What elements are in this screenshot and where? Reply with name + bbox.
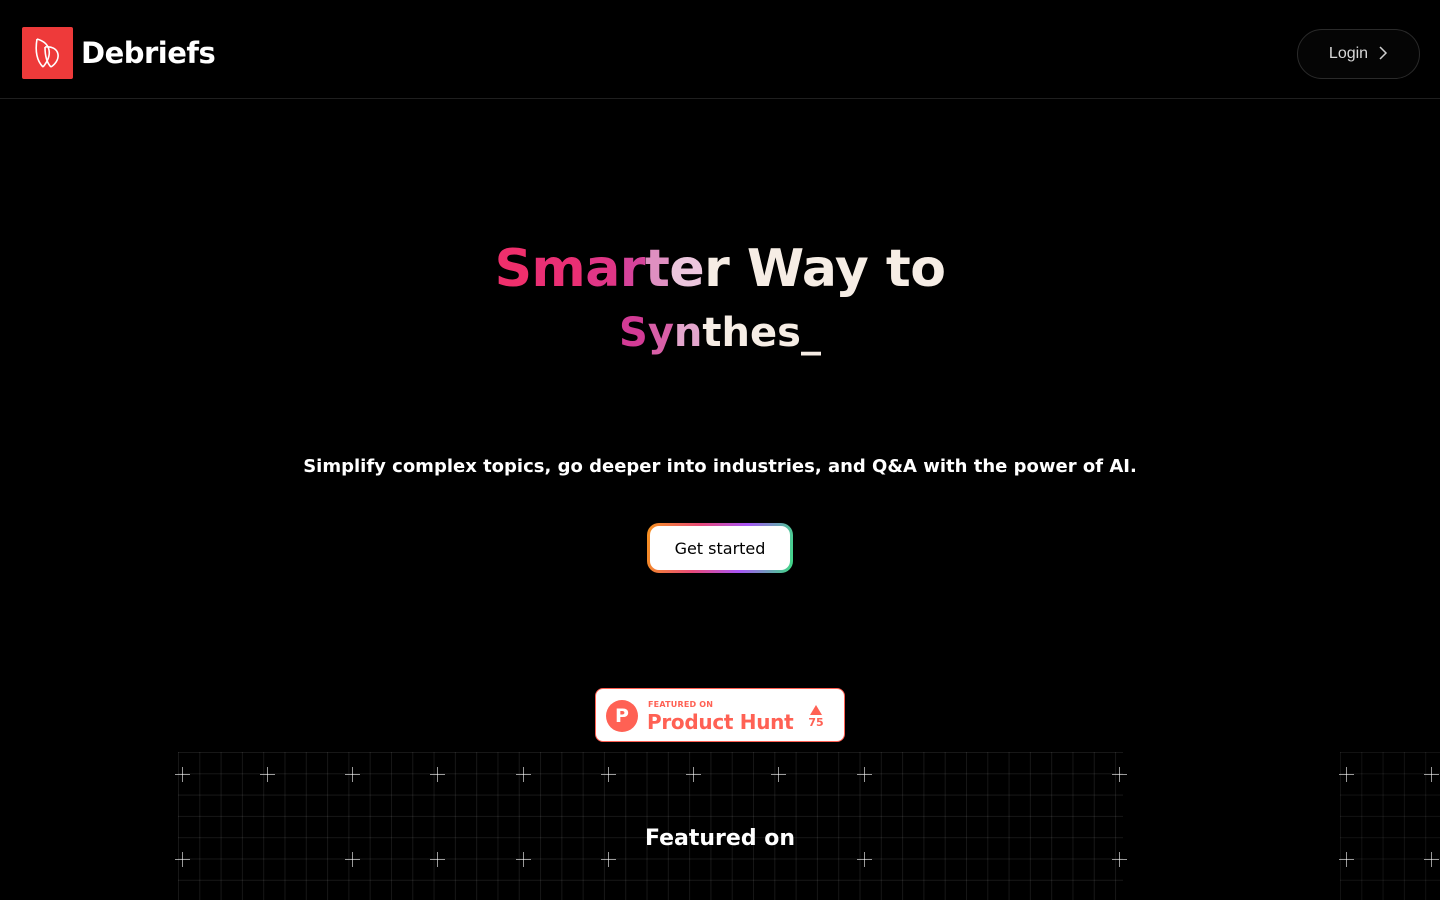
grid-plus-marker	[345, 767, 360, 782]
login-button[interactable]: Login	[1297, 29, 1420, 79]
hero-title-part: r Way to	[704, 239, 946, 299]
hero-subtitle-part: y	[647, 310, 674, 356]
grid-plus-marker	[430, 767, 445, 782]
login-label: Login	[1328, 45, 1369, 62]
hero-title-part: r	[619, 239, 646, 299]
grid-plus-marker	[516, 852, 531, 867]
grid-plus-marker	[1112, 767, 1127, 782]
grid-plus-marker	[601, 767, 616, 782]
hero-typing-subtitle: Synthes_	[0, 308, 1440, 358]
product-hunt-name: Product Hunt	[647, 710, 794, 734]
grid-plus-marker	[1424, 767, 1439, 782]
hero-tagline: Simplify complex topics, go deeper into …	[303, 456, 1137, 477]
hero-title-part: a	[585, 239, 620, 299]
grid-plus-marker	[175, 852, 190, 867]
hero-subtitle-part: S	[619, 310, 648, 356]
hero-title-part: t	[644, 239, 670, 299]
get-started-label: Get started	[650, 526, 790, 570]
grid-plus-marker	[771, 767, 786, 782]
grid-plus-marker	[857, 767, 872, 782]
brand-logo-link[interactable]: Debriefs	[22, 27, 216, 79]
grid-plus-marker	[1339, 852, 1354, 867]
grid-plus-marker	[857, 852, 872, 867]
grid-plus-marker	[430, 852, 445, 867]
hero-subtitle-part: thes_	[702, 310, 821, 356]
grid-plus-marker	[601, 852, 616, 867]
get-started-button[interactable]: Get started	[647, 523, 793, 573]
product-hunt-upvote-count: 75	[808, 716, 824, 729]
product-hunt-featured-label: FEATURED ON	[648, 700, 714, 709]
chevron-right-icon	[1378, 45, 1388, 64]
grid-plus-marker	[1112, 852, 1127, 867]
leaf-logo-icon	[22, 27, 73, 79]
upvote-triangle-icon	[810, 700, 822, 715]
grid-plus-marker	[516, 767, 531, 782]
hero-title-part: e	[669, 239, 705, 299]
grid-plus-marker	[175, 767, 190, 782]
grid-plus-marker	[260, 767, 275, 782]
hero-subtitle-part: n	[673, 310, 703, 356]
grid-plus-marker	[686, 767, 701, 782]
hero-title: Smarter Way to	[0, 238, 1440, 300]
hero-title-part: m	[531, 239, 586, 299]
top-nav: Debriefs Login	[0, 0, 1440, 99]
hero-title-part: S	[494, 239, 532, 299]
product-hunt-p-icon: P	[606, 700, 638, 732]
featured-on-heading: Featured on	[644, 826, 796, 851]
grid-plus-marker	[1424, 852, 1439, 867]
grid-plus-marker	[1339, 767, 1354, 782]
brand-name: Debriefs	[81, 36, 216, 70]
product-hunt-badge[interactable]: P FEATURED ON Product Hunt 75	[595, 688, 845, 742]
grid-plus-marker	[345, 852, 360, 867]
